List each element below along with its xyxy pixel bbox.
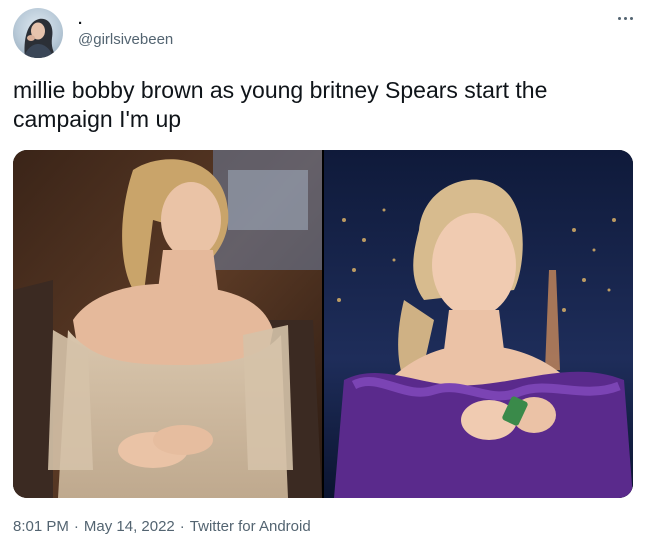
- tweet-date[interactable]: May 14, 2022: [84, 518, 175, 535]
- media-photo-left[interactable]: [13, 150, 322, 498]
- more-options-button[interactable]: [612, 8, 638, 28]
- tweet-metadata: 8:01 PM · May 14, 2022 · Twitter for Android: [13, 517, 311, 537]
- avatar[interactable]: [13, 8, 63, 58]
- tweet-media: [13, 150, 633, 498]
- tweet-card: . @girlsivebeen millie bobby brown as yo…: [0, 0, 650, 542]
- more-dot: [629, 16, 633, 20]
- separator: ·: [179, 518, 185, 535]
- user-handle[interactable]: @girlsivebeen: [78, 31, 173, 49]
- more-dot: [623, 16, 627, 20]
- tweet-text: millie bobby brown as young britney Spea…: [13, 77, 548, 132]
- display-name[interactable]: .: [78, 11, 82, 29]
- media-photo-right[interactable]: [324, 150, 633, 498]
- tweet-time[interactable]: 8:01 PM: [13, 518, 69, 535]
- tweet-source[interactable]: Twitter for Android: [190, 518, 311, 535]
- separator: ·: [73, 518, 79, 535]
- more-horizontal-icon: [617, 16, 621, 20]
